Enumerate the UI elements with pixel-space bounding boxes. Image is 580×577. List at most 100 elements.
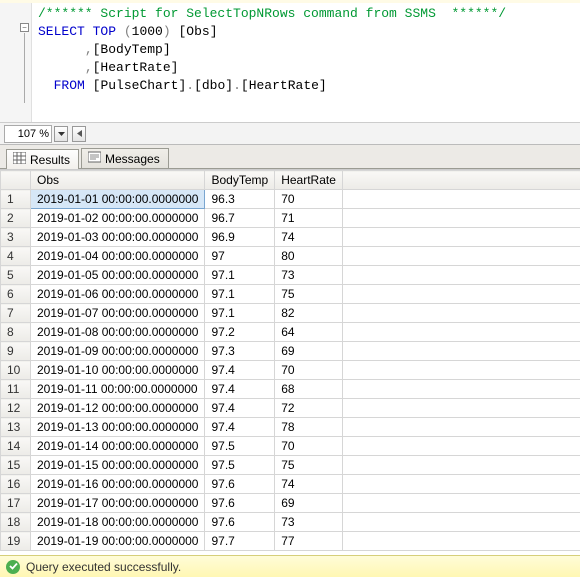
cell-heartrate[interactable]: 70 bbox=[275, 361, 343, 380]
zoom-select[interactable]: 107 % bbox=[4, 125, 52, 143]
row-number[interactable]: 19 bbox=[1, 532, 31, 551]
table-row[interactable]: 172019-01-17 00:00:00.000000097.669 bbox=[1, 494, 580, 513]
row-number[interactable]: 16 bbox=[1, 475, 31, 494]
code-fold-gutter[interactable]: − bbox=[0, 3, 32, 122]
cell-obs[interactable]: 2019-01-01 00:00:00.0000000 bbox=[31, 190, 205, 209]
cell-heartrate[interactable]: 73 bbox=[275, 513, 343, 532]
cell-obs[interactable]: 2019-01-18 00:00:00.0000000 bbox=[31, 513, 205, 532]
cell-bodytemp[interactable]: 97.1 bbox=[205, 304, 275, 323]
cell-bodytemp[interactable]: 97.6 bbox=[205, 513, 275, 532]
table-row[interactable]: 72019-01-07 00:00:00.000000097.182 bbox=[1, 304, 580, 323]
tab-results[interactable]: Results bbox=[6, 149, 79, 169]
table-row[interactable]: 12019-01-01 00:00:00.000000096.370 bbox=[1, 190, 580, 209]
row-number[interactable]: 4 bbox=[1, 247, 31, 266]
sql-editor[interactable]: − /****** Script for SelectTopNRows comm… bbox=[0, 3, 580, 123]
cell-heartrate[interactable]: 69 bbox=[275, 342, 343, 361]
table-row[interactable]: 42019-01-04 00:00:00.00000009780 bbox=[1, 247, 580, 266]
cell-heartrate[interactable]: 74 bbox=[275, 228, 343, 247]
table-row[interactable]: 22019-01-02 00:00:00.000000096.771 bbox=[1, 209, 580, 228]
cell-bodytemp[interactable]: 96.9 bbox=[205, 228, 275, 247]
table-row[interactable]: 192019-01-19 00:00:00.000000097.777 bbox=[1, 532, 580, 551]
tab-messages[interactable]: Messages bbox=[81, 148, 169, 168]
cell-heartrate[interactable]: 71 bbox=[275, 209, 343, 228]
cell-obs[interactable]: 2019-01-15 00:00:00.0000000 bbox=[31, 456, 205, 475]
table-row[interactable]: 152019-01-15 00:00:00.000000097.575 bbox=[1, 456, 580, 475]
row-number[interactable]: 17 bbox=[1, 494, 31, 513]
row-number[interactable]: 1 bbox=[1, 190, 31, 209]
table-row[interactable]: 112019-01-11 00:00:00.000000097.468 bbox=[1, 380, 580, 399]
table-row[interactable]: 92019-01-09 00:00:00.000000097.369 bbox=[1, 342, 580, 361]
cell-obs[interactable]: 2019-01-12 00:00:00.0000000 bbox=[31, 399, 205, 418]
cell-obs[interactable]: 2019-01-07 00:00:00.0000000 bbox=[31, 304, 205, 323]
cell-bodytemp[interactable]: 97.4 bbox=[205, 399, 275, 418]
row-number[interactable]: 13 bbox=[1, 418, 31, 437]
cell-bodytemp[interactable]: 97.6 bbox=[205, 494, 275, 513]
cell-obs[interactable]: 2019-01-14 00:00:00.0000000 bbox=[31, 437, 205, 456]
table-row[interactable]: 122019-01-12 00:00:00.000000097.472 bbox=[1, 399, 580, 418]
row-number[interactable]: 8 bbox=[1, 323, 31, 342]
cell-bodytemp[interactable]: 97 bbox=[205, 247, 275, 266]
cell-obs[interactable]: 2019-01-02 00:00:00.0000000 bbox=[31, 209, 205, 228]
col-header-heartrate[interactable]: HeartRate bbox=[275, 171, 343, 190]
cell-obs[interactable]: 2019-01-08 00:00:00.0000000 bbox=[31, 323, 205, 342]
cell-bodytemp[interactable]: 96.3 bbox=[205, 190, 275, 209]
table-row[interactable]: 82019-01-08 00:00:00.000000097.264 bbox=[1, 323, 580, 342]
cell-obs[interactable]: 2019-01-09 00:00:00.0000000 bbox=[31, 342, 205, 361]
row-number[interactable]: 14 bbox=[1, 437, 31, 456]
cell-bodytemp[interactable]: 97.1 bbox=[205, 266, 275, 285]
cell-obs[interactable]: 2019-01-05 00:00:00.0000000 bbox=[31, 266, 205, 285]
cell-obs[interactable]: 2019-01-16 00:00:00.0000000 bbox=[31, 475, 205, 494]
cell-obs[interactable]: 2019-01-03 00:00:00.0000000 bbox=[31, 228, 205, 247]
cell-heartrate[interactable]: 77 bbox=[275, 532, 343, 551]
cell-obs[interactable]: 2019-01-17 00:00:00.0000000 bbox=[31, 494, 205, 513]
row-number[interactable]: 11 bbox=[1, 380, 31, 399]
col-header-obs[interactable]: Obs bbox=[31, 171, 205, 190]
table-row[interactable]: 162019-01-16 00:00:00.000000097.674 bbox=[1, 475, 580, 494]
cell-heartrate[interactable]: 75 bbox=[275, 285, 343, 304]
row-number[interactable]: 7 bbox=[1, 304, 31, 323]
cell-obs[interactable]: 2019-01-10 00:00:00.0000000 bbox=[31, 361, 205, 380]
cell-bodytemp[interactable]: 96.7 bbox=[205, 209, 275, 228]
row-number[interactable]: 12 bbox=[1, 399, 31, 418]
row-number[interactable]: 3 bbox=[1, 228, 31, 247]
cell-obs[interactable]: 2019-01-19 00:00:00.0000000 bbox=[31, 532, 205, 551]
cell-heartrate[interactable]: 78 bbox=[275, 418, 343, 437]
cell-heartrate[interactable]: 73 bbox=[275, 266, 343, 285]
cell-obs[interactable]: 2019-01-13 00:00:00.0000000 bbox=[31, 418, 205, 437]
cell-heartrate[interactable]: 75 bbox=[275, 456, 343, 475]
cell-bodytemp[interactable]: 97.1 bbox=[205, 285, 275, 304]
table-row[interactable]: 132019-01-13 00:00:00.000000097.478 bbox=[1, 418, 580, 437]
sql-text[interactable]: /****** Script for SelectTopNRows comman… bbox=[32, 3, 510, 122]
cell-bodytemp[interactable]: 97.4 bbox=[205, 418, 275, 437]
row-number[interactable]: 18 bbox=[1, 513, 31, 532]
cell-bodytemp[interactable]: 97.4 bbox=[205, 380, 275, 399]
row-number[interactable]: 5 bbox=[1, 266, 31, 285]
row-number[interactable]: 15 bbox=[1, 456, 31, 475]
table-row[interactable]: 32019-01-03 00:00:00.000000096.974 bbox=[1, 228, 580, 247]
cell-heartrate[interactable]: 64 bbox=[275, 323, 343, 342]
cell-bodytemp[interactable]: 97.3 bbox=[205, 342, 275, 361]
cell-bodytemp[interactable]: 97.5 bbox=[205, 456, 275, 475]
results-table[interactable]: Obs BodyTemp HeartRate 12019-01-01 00:00… bbox=[0, 170, 580, 551]
table-row[interactable]: 182019-01-18 00:00:00.000000097.673 bbox=[1, 513, 580, 532]
zoom-left-button[interactable] bbox=[72, 126, 86, 142]
table-row[interactable]: 52019-01-05 00:00:00.000000097.173 bbox=[1, 266, 580, 285]
cell-bodytemp[interactable]: 97.5 bbox=[205, 437, 275, 456]
cell-heartrate[interactable]: 69 bbox=[275, 494, 343, 513]
cell-bodytemp[interactable]: 97.7 bbox=[205, 532, 275, 551]
results-grid-wrap[interactable]: Obs BodyTemp HeartRate 12019-01-01 00:00… bbox=[0, 169, 580, 555]
cell-obs[interactable]: 2019-01-06 00:00:00.0000000 bbox=[31, 285, 205, 304]
cell-heartrate[interactable]: 70 bbox=[275, 437, 343, 456]
cell-heartrate[interactable]: 82 bbox=[275, 304, 343, 323]
cell-heartrate[interactable]: 80 bbox=[275, 247, 343, 266]
rownum-header[interactable] bbox=[1, 171, 31, 190]
row-number[interactable]: 2 bbox=[1, 209, 31, 228]
row-number[interactable]: 9 bbox=[1, 342, 31, 361]
cell-heartrate[interactable]: 72 bbox=[275, 399, 343, 418]
table-row[interactable]: 102019-01-10 00:00:00.000000097.470 bbox=[1, 361, 580, 380]
cell-bodytemp[interactable]: 97.4 bbox=[205, 361, 275, 380]
fold-toggle-icon[interactable]: − bbox=[20, 23, 29, 32]
col-header-bodytemp[interactable]: BodyTemp bbox=[205, 171, 275, 190]
table-row[interactable]: 62019-01-06 00:00:00.000000097.175 bbox=[1, 285, 580, 304]
cell-bodytemp[interactable]: 97.6 bbox=[205, 475, 275, 494]
